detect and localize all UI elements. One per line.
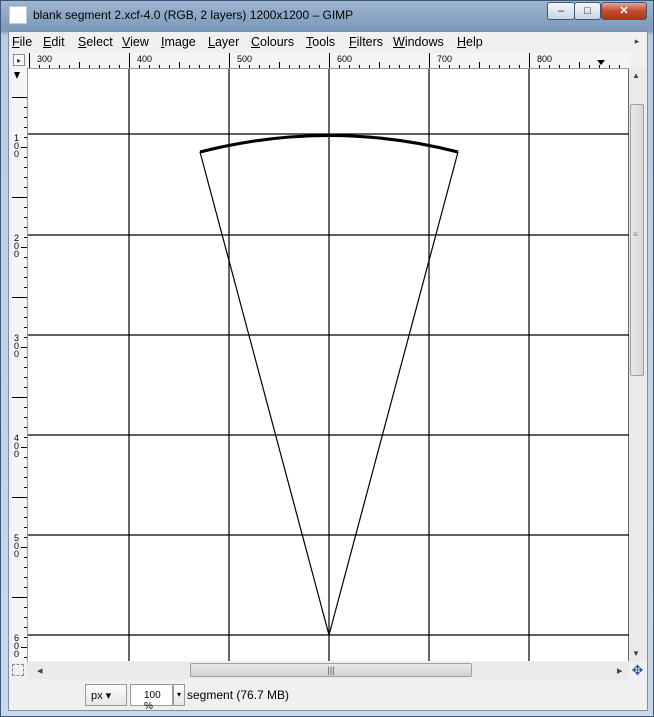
zoom-input[interactable]: 100 % — [130, 684, 173, 712]
vertical-scroll-thumb[interactable]: ≡ — [630, 104, 644, 376]
quick-mask-icon[interactable] — [12, 664, 24, 676]
status-message: segment (76.7 MB) — [187, 688, 290, 702]
canvas-grid — [28, 69, 629, 661]
canvas-drawing — [28, 69, 629, 661]
scroll-up-icon[interactable]: ▲ — [632, 71, 640, 80]
menu-layer[interactable]: Layer — [208, 35, 239, 49]
horizontal-ruler[interactable]: 300 400 500 600 700 800 — [27, 53, 629, 69]
ruler-label: 700 — [437, 54, 453, 64]
ruler-label: 4 0 0 — [14, 433, 20, 459]
gimp-window: blank segment 2.xcf-4.0 (RGB, 2 layers) … — [0, 0, 654, 717]
vertical-scrollbar[interactable]: ▲ ≡ ▼ — [629, 69, 646, 662]
image-canvas[interactable] — [28, 69, 629, 661]
horizontal-scroll-thumb[interactable]: ||| — [190, 663, 472, 677]
title-bar[interactable]: blank segment 2.xcf-4.0 (RGB, 2 layers) … — [1, 1, 653, 31]
gimp-image-icon — [9, 6, 27, 24]
chevron-down-icon: ▾ — [105, 690, 112, 702]
statusbar: px ▾ 100 % ▾ segment (76.7 MB) — [9, 680, 647, 712]
ruler-label: 1 0 0 — [14, 133, 20, 159]
minimize-button[interactable]: ‒ — [547, 2, 575, 20]
unit-selector[interactable]: px ▾ — [85, 684, 127, 706]
scroll-down-icon[interactable]: ▼ — [632, 649, 640, 658]
menu-select[interactable]: Select — [78, 35, 113, 49]
menu-edit[interactable]: Edit — [43, 35, 65, 49]
menu-view[interactable]: View — [122, 35, 149, 49]
ruler-pointer-marker — [14, 72, 20, 79]
zoom-dropdown-icon[interactable]: ▾ — [173, 684, 185, 706]
ruler-label: 500 — [237, 54, 253, 64]
navigate-icon[interactable]: ✥ — [629, 662, 646, 679]
ruler-corner-menu-button[interactable]: ▸ — [13, 54, 25, 66]
scroll-right-icon[interactable]: ▸ — [617, 664, 623, 677]
window-title: blank segment 2.xcf-4.0 (RGB, 2 layers) … — [33, 8, 354, 22]
menu-image[interactable]: Image — [161, 35, 196, 49]
ruler-label: 3 0 0 — [14, 333, 20, 359]
scroll-left-icon[interactable]: ◂ — [37, 664, 43, 677]
ruler-label: 600 — [337, 54, 353, 64]
menu-file[interactable]: File — [12, 35, 32, 49]
ruler-label: 5 0 0 — [14, 533, 20, 559]
horizontal-scrollbar[interactable]: ◂ ||| ▸ — [27, 662, 629, 679]
ruler-label: 2 0 0 — [14, 233, 20, 259]
menu-colours[interactable]: Colours — [251, 35, 294, 49]
vertical-ruler[interactable]: 1 0 0 2 0 0 3 0 0 4 0 0 5 0 0 6 0 0 — [12, 69, 28, 662]
menu-help[interactable]: Help — [457, 35, 483, 49]
ruler-label: 400 — [137, 54, 153, 64]
image-window-client: File Edit Select View Image Layer Colour… — [8, 31, 648, 712]
menu-tools[interactable]: Tools — [306, 35, 335, 49]
maximize-button[interactable]: □ — [574, 2, 601, 20]
menu-arrow-icon[interactable]: ▸ — [631, 34, 643, 48]
ruler-label: 300 — [37, 54, 53, 64]
menubar: File Edit Select View Image Layer Colour… — [9, 32, 647, 52]
close-button[interactable]: ✕ — [601, 2, 647, 20]
menu-filters[interactable]: Filters — [349, 35, 383, 49]
unit-value: px — [91, 690, 103, 702]
menu-windows[interactable]: Windows — [393, 35, 444, 49]
ruler-label: 6 0 0 — [14, 633, 20, 659]
ruler-pointer-marker — [597, 60, 605, 65]
ruler-label: 800 — [537, 54, 553, 64]
thumb-grip-icon: ≡ — [633, 230, 638, 239]
